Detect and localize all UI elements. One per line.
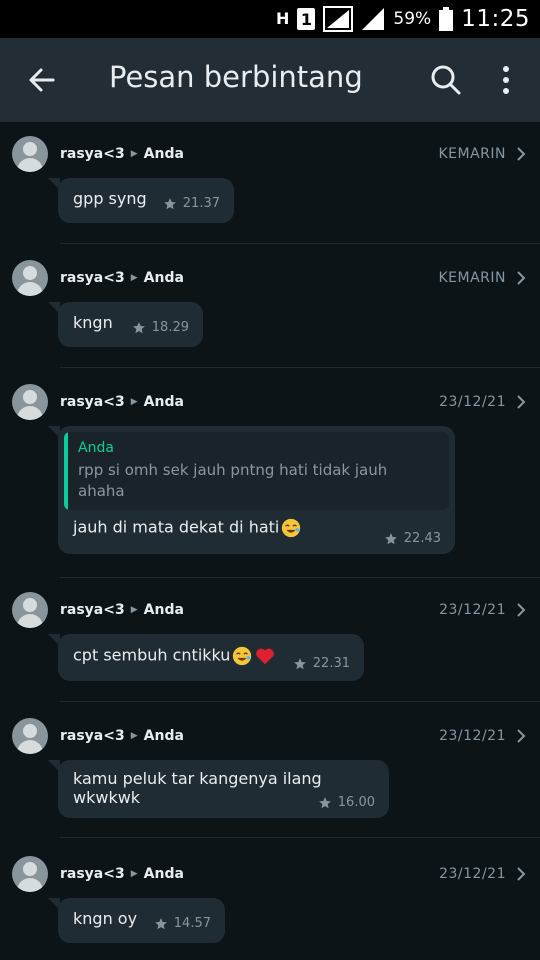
receiver-name: Anda — [143, 394, 184, 410]
avatar[interactable] — [12, 856, 48, 892]
message-date: 23/12/21 — [439, 866, 506, 882]
chevron-right-icon[interactable] — [516, 394, 526, 410]
sender-name: rasya<3 — [60, 728, 125, 744]
sim-indicator: 1 — [297, 8, 316, 30]
quoted-sender: Anda — [78, 440, 114, 456]
battery-percent: 59% — [393, 9, 432, 29]
sender-name: rasya<3 — [60, 602, 125, 618]
receiver-name: Anda — [143, 270, 184, 286]
message-bubble[interactable]: kngn 18.29 — [48, 302, 203, 347]
signal-strength-icon-2 — [362, 8, 385, 30]
message-text: gpp syng — [73, 189, 147, 208]
message-date: 23/12/21 — [439, 728, 506, 744]
sender-receiver: rasya<3 ▶ Anda — [60, 866, 184, 882]
avatar[interactable] — [12, 592, 48, 628]
receiver-name: Anda — [143, 146, 184, 162]
receiver-name: Anda — [143, 728, 184, 744]
message-date: 23/12/21 — [439, 602, 506, 618]
starred-message-item[interactable]: rasya<3 ▶ Anda 23/12/21 kamu peluk tar k… — [0, 704, 540, 838]
chevron-right-icon[interactable] — [516, 866, 526, 882]
more-vert-icon[interactable] — [496, 64, 516, 96]
chevron-right-icon[interactable] — [516, 602, 526, 618]
play-arrow-icon: ▶ — [130, 149, 138, 159]
starred-message-item[interactable]: rasya<3 ▶ Anda KEMARIN gpp syng 21.37 — [0, 122, 540, 244]
message-bubble[interactable]: kngn oy 14.57 — [48, 898, 225, 943]
page-title: Pesan berbintang — [109, 60, 363, 94]
chevron-right-icon[interactable] — [516, 146, 526, 162]
play-arrow-icon: ▶ — [130, 605, 138, 615]
message-bubble[interactable]: Anda rpp si omh sek jauh pntng hati tida… — [48, 426, 455, 554]
message-time: 14.57 — [173, 916, 211, 931]
message-bubble[interactable]: kamu peluk tar kangenya ilang wkwkwk 16.… — [48, 760, 389, 818]
starred-message-item[interactable]: rasya<3 ▶ Anda KEMARIN kngn 18.29 — [0, 246, 540, 368]
sender-name: rasya<3 — [60, 866, 125, 882]
play-arrow-icon: ▶ — [130, 869, 138, 879]
network-type-indicator: H — [276, 9, 290, 28]
receiver-name: Anda — [143, 866, 184, 882]
divider — [60, 837, 540, 838]
message-time: 22.31 — [312, 656, 350, 671]
message-date: 23/12/21 — [439, 394, 506, 410]
message-time: 22.43 — [403, 531, 441, 546]
message-time: 18.29 — [151, 320, 189, 335]
star-icon — [384, 532, 397, 544]
divider — [60, 367, 540, 368]
divider — [60, 701, 540, 702]
avatar[interactable] — [12, 136, 48, 172]
chevron-right-icon[interactable] — [516, 270, 526, 286]
message-date: KEMARIN — [438, 270, 506, 286]
starred-message-item[interactable]: rasya<3 ▶ Anda 23/12/21 kngn oy 14.57 — [0, 842, 540, 960]
play-arrow-icon: ▶ — [130, 273, 138, 283]
clock: 11:25 — [461, 6, 530, 32]
star-icon — [132, 321, 145, 333]
message-date: KEMARIN — [438, 146, 506, 162]
sender-name: rasya<3 — [60, 146, 125, 162]
status-icons: H 1 59% 11:25 — [276, 0, 530, 38]
message-text: cpt sembuh cntikku — [73, 645, 231, 665]
quoted-message[interactable]: Anda rpp si omh sek jauh pntng hati tida… — [64, 432, 449, 510]
red-heart-emoji — [256, 648, 275, 665]
starred-message-item[interactable]: rasya<3 ▶ Anda 23/12/21 cpt sembuh cntik… — [0, 578, 540, 702]
message-text-row: cpt sembuh cntikku — [73, 645, 276, 667]
avatar[interactable] — [12, 260, 48, 296]
quoted-text: rpp si omh sek jauh pntng hati tidak jau… — [78, 461, 388, 500]
message-text: kngn oy — [73, 909, 138, 928]
avatar[interactable] — [12, 718, 48, 754]
message-text: kngn — [73, 313, 113, 332]
status-bar: H 1 59% 11:25 — [0, 0, 540, 38]
message-time: 16.00 — [337, 795, 375, 810]
star-icon — [318, 796, 331, 808]
app-bar: Pesan berbintang — [0, 38, 540, 122]
message-text: jauh di mata dekat di hati — [73, 517, 280, 537]
receiver-name: Anda — [143, 602, 184, 618]
star-icon — [163, 197, 176, 209]
starred-message-item[interactable]: rasya<3 ▶ Anda 23/12/21 Anda rpp si omh … — [0, 370, 540, 578]
sender-receiver: rasya<3 ▶ Anda — [60, 146, 184, 162]
sender-receiver: rasya<3 ▶ Anda — [60, 602, 184, 618]
play-arrow-icon: ▶ — [130, 397, 138, 407]
star-icon — [154, 917, 167, 929]
sender-name: rasya<3 — [60, 394, 125, 410]
star-icon — [293, 657, 306, 669]
sender-receiver: rasya<3 ▶ Anda — [60, 394, 184, 410]
avatar[interactable] — [12, 384, 48, 420]
signal-strength-icon — [323, 6, 354, 32]
play-arrow-icon: ▶ — [130, 731, 138, 741]
divider — [60, 243, 540, 244]
sender-name: rasya<3 — [60, 270, 125, 286]
battery-icon — [439, 7, 454, 31]
rolling-laughing-emoji — [282, 518, 301, 538]
sender-receiver: rasya<3 ▶ Anda — [60, 728, 184, 744]
message-bubble[interactable]: cpt sembuh cntikku 22.31 — [48, 634, 364, 681]
message-text-row: jauh di mata dekat di hati — [73, 517, 302, 539]
search-icon[interactable] — [430, 64, 462, 96]
chevron-right-icon[interactable] — [516, 728, 526, 744]
rolling-laughing-emoji — [233, 646, 252, 666]
message-bubble[interactable]: gpp syng 21.37 — [48, 178, 234, 223]
sender-receiver: rasya<3 ▶ Anda — [60, 270, 184, 286]
arrow-back-icon[interactable] — [26, 64, 58, 96]
message-time: 21.37 — [182, 196, 220, 211]
